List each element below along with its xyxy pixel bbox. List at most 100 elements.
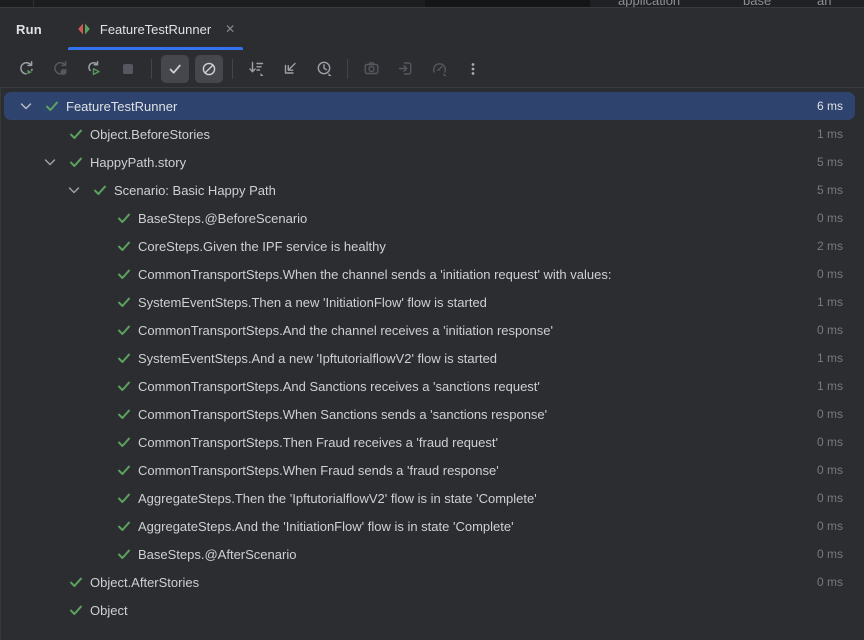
show-duration-button[interactable]	[310, 55, 338, 83]
test-results-tree: FeatureTestRunner 6 ms Object.BeforeStor…	[0, 88, 864, 640]
test-tree-row[interactable]: Object.BeforeStories 1 ms	[4, 120, 855, 148]
indent-spacer	[4, 470, 90, 471]
test-duration: 2 ms	[817, 239, 843, 253]
indent-spacer	[4, 302, 90, 303]
story-test-icon	[76, 21, 92, 37]
test-duration: 1 ms	[817, 127, 843, 141]
rerun-failed-icon	[52, 60, 69, 77]
test-tree-row[interactable]: BaseSteps.@AfterScenario 0 ms	[4, 540, 855, 568]
more-options-button[interactable]	[459, 55, 487, 83]
test-name: Object	[90, 603, 128, 618]
test-duration: 0 ms	[817, 435, 843, 449]
chevron-down-icon[interactable]	[42, 154, 58, 170]
test-duration: 1 ms	[817, 351, 843, 365]
camera-icon	[363, 60, 380, 77]
test-tree-row[interactable]: Object	[4, 596, 855, 624]
test-passed-icon	[116, 518, 132, 534]
test-tree-row[interactable]: CommonTransportSteps.And the channel rec…	[4, 316, 855, 344]
test-passed-icon	[68, 154, 84, 170]
stop-icon	[120, 61, 136, 77]
test-tree-row[interactable]: CommonTransportSteps.Then Fraud receives…	[4, 428, 855, 456]
toggle-auto-test-button[interactable]	[80, 55, 108, 83]
editor-bottom-strip: application base an	[0, 0, 864, 8]
test-passed-icon	[68, 602, 84, 618]
test-name: Object.AfterStories	[90, 575, 199, 590]
editor-strip-left	[0, 0, 425, 8]
test-tree-row[interactable]: BaseSteps.@BeforeScenario 0 ms	[4, 204, 855, 232]
chevron-placeholder	[42, 602, 58, 618]
breadcrumb[interactable]: base	[743, 0, 771, 8]
test-tree-row[interactable]: Scenario: Basic Happy Path 5 ms	[4, 176, 855, 204]
tool-window-title: Run	[16, 22, 42, 37]
test-passed-icon	[68, 126, 84, 142]
test-tree-row[interactable]: SystemEventSteps.Then a new 'InitiationF…	[4, 288, 855, 316]
chevron-down-icon[interactable]	[66, 182, 82, 198]
indent-spacer	[4, 582, 42, 583]
test-tree-row[interactable]: CommonTransportSteps.When Fraud sends a …	[4, 456, 855, 484]
test-duration: 5 ms	[817, 183, 843, 197]
indent-spacer	[4, 330, 90, 331]
tab-featuretestrunner[interactable]: FeatureTestRunner ✕	[62, 8, 249, 50]
rerun-button[interactable]	[12, 55, 40, 83]
sort-icon	[248, 60, 265, 77]
chevron-placeholder	[42, 126, 58, 142]
test-duration: 1 ms	[817, 295, 843, 309]
indent-spacer	[4, 274, 90, 275]
test-tree-row[interactable]: AggregateSteps.Then the 'Ipftutorialflow…	[4, 484, 855, 512]
close-icon[interactable]: ✕	[225, 23, 235, 35]
show-passed-toggle[interactable]	[161, 55, 189, 83]
test-name: BaseSteps.@AfterScenario	[138, 547, 296, 562]
indent-spacer	[4, 442, 90, 443]
chevron-placeholder	[90, 350, 106, 366]
gauge-icon	[431, 60, 448, 77]
test-tree-row[interactable]: Object.AfterStories 0 ms	[4, 568, 855, 596]
chevron-placeholder	[90, 322, 106, 338]
chevron-down-icon[interactable]	[18, 98, 34, 114]
indent-spacer	[4, 134, 42, 135]
indent-spacer	[4, 526, 90, 527]
checkmark-icon	[167, 61, 183, 77]
chevron-placeholder	[90, 294, 106, 310]
breadcrumb[interactable]: application	[618, 0, 680, 8]
tab-label: FeatureTestRunner	[100, 22, 211, 37]
profiler-button	[425, 55, 453, 83]
test-name: HappyPath.story	[90, 155, 186, 170]
test-tree-row[interactable]: FeatureTestRunner 6 ms	[4, 92, 855, 120]
test-duration: 0 ms	[817, 267, 843, 281]
test-name: SystemEventSteps.And a new 'Ipftutorialf…	[138, 351, 497, 366]
test-name: CommonTransportSteps.When Fraud sends a …	[138, 463, 499, 478]
test-tree-row[interactable]: CoreSteps.Given the IPF service is healt…	[4, 232, 855, 260]
test-name: Object.BeforeStories	[90, 127, 210, 142]
import-arrow-icon	[397, 60, 414, 77]
test-passed-icon	[116, 210, 132, 226]
chevron-placeholder	[90, 546, 106, 562]
test-name: CommonTransportSteps.When the channel se…	[138, 267, 611, 282]
show-ignored-toggle[interactable]	[195, 55, 223, 83]
circle-slash-icon	[201, 61, 217, 77]
test-tree-row[interactable]: CommonTransportSteps.And Sanctions recei…	[4, 372, 855, 400]
sort-options-button[interactable]	[242, 55, 270, 83]
test-passed-icon	[44, 98, 60, 114]
toolbar-separator	[151, 59, 152, 79]
breadcrumb[interactable]: an	[817, 0, 831, 8]
test-tree-row[interactable]: AggregateSteps.And the 'InitiationFlow' …	[4, 512, 855, 540]
test-tree-row[interactable]: SystemEventSteps.And a new 'Ipftutorialf…	[4, 344, 855, 372]
rerun-icon	[18, 60, 35, 77]
editor-strip-divider	[33, 0, 34, 8]
indent-spacer	[4, 106, 18, 107]
test-runner-toolbar	[0, 50, 864, 88]
indent-spacer	[4, 414, 90, 415]
test-duration: 6 ms	[817, 99, 843, 113]
test-passed-icon	[116, 322, 132, 338]
import-into-editor-button	[391, 55, 419, 83]
test-tree-row[interactable]: HappyPath.story 5 ms	[4, 148, 855, 176]
navigate-bottom-left-button[interactable]	[276, 55, 304, 83]
test-tree-row[interactable]: CommonTransportSteps.When the channel se…	[4, 260, 855, 288]
test-duration: 0 ms	[817, 491, 843, 505]
test-duration: 0 ms	[817, 519, 843, 533]
test-passed-icon	[68, 574, 84, 590]
test-passed-icon	[116, 350, 132, 366]
test-tree-row[interactable]: CommonTransportSteps.When Sanctions send…	[4, 400, 855, 428]
indent-spacer	[4, 554, 90, 555]
test-duration: 1 ms	[817, 379, 843, 393]
